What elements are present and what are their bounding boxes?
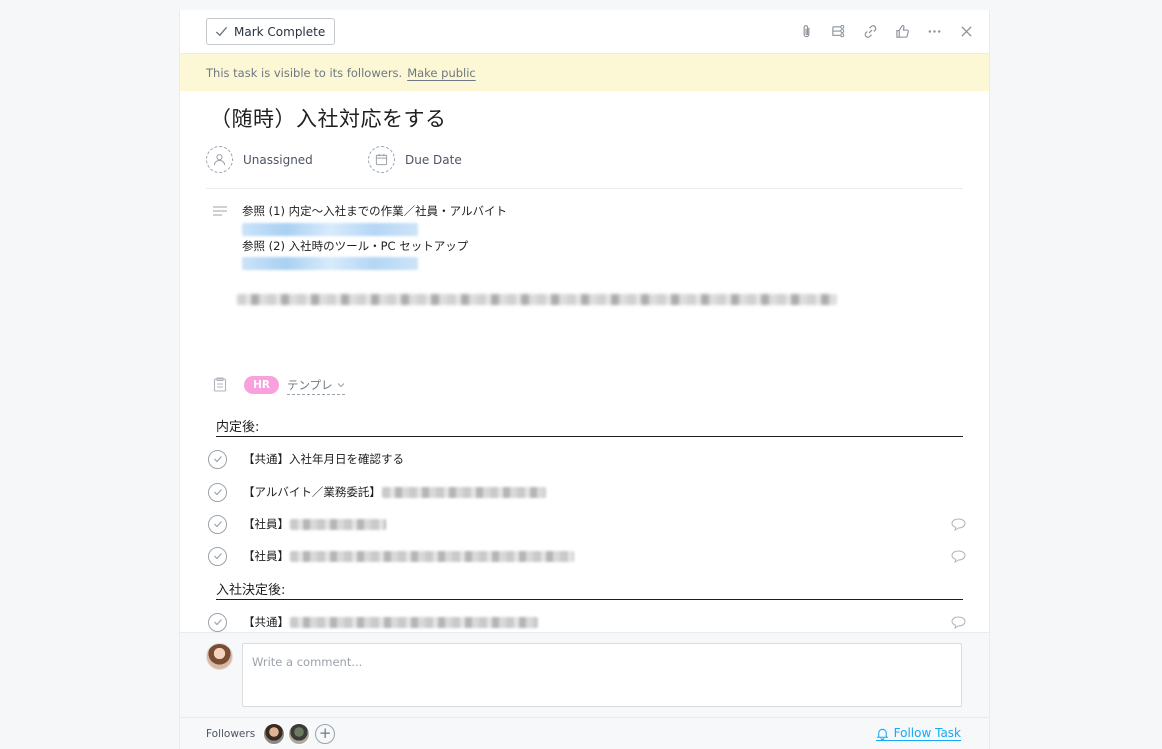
task-title[interactable]: （随時）入社対応をする <box>210 103 447 133</box>
chevron-down-icon <box>337 383 345 388</box>
redacted-text <box>290 518 386 530</box>
redacted-link[interactable] <box>242 222 418 236</box>
due-date-label: Due Date <box>405 152 462 167</box>
subtask-label: 【アルバイト／業務委託】 <box>243 485 381 499</box>
section-header[interactable]: 内定後: <box>216 416 963 437</box>
subtask-checkbox[interactable] <box>208 546 227 566</box>
description-icon <box>213 206 227 216</box>
mark-complete-label: Mark Complete <box>234 24 326 39</box>
comment-composer: Write a comment... <box>180 632 989 717</box>
divider <box>206 188 963 189</box>
task-detail-pane: Mark Complete This task is visible to it… <box>179 10 990 749</box>
subtask-row[interactable]: 【社員】 <box>208 544 976 568</box>
followers-label: Followers <box>206 727 256 740</box>
subtask-checkbox[interactable] <box>208 482 227 502</box>
like-icon[interactable] <box>892 21 913 42</box>
subtask-label: 【共通】入社年月日を確認する <box>243 452 404 466</box>
due-date-field[interactable]: Due Date <box>368 146 462 173</box>
link-icon[interactable] <box>860 21 881 42</box>
project-label: テンプレ <box>287 378 333 392</box>
comment-icon[interactable] <box>951 549 966 563</box>
check-icon <box>213 489 222 496</box>
bell-icon <box>876 728 889 740</box>
tags-icon <box>213 377 227 392</box>
redacted-text <box>237 294 837 305</box>
subtask-checkbox[interactable] <box>208 514 227 534</box>
add-follower-button[interactable]: + <box>315 723 336 744</box>
followers-bar: Followers + Follow Task <box>180 717 989 749</box>
subtask-row[interactable]: 【共通】 <box>208 610 976 634</box>
visibility-banner: This task is visible to its followers. M… <box>180 54 989 91</box>
tag-hr[interactable]: HR <box>244 376 279 394</box>
due-date-placeholder <box>368 146 395 173</box>
follower-avatar[interactable] <box>288 722 311 745</box>
assignee-label: Unassigned <box>243 152 313 167</box>
check-icon <box>215 26 228 37</box>
check-icon <box>213 521 222 528</box>
project-selector[interactable]: テンプレ <box>287 376 345 395</box>
redacted-link[interactable] <box>242 257 418 270</box>
user-icon <box>213 154 226 166</box>
follow-task-label: Follow Task <box>893 726 961 740</box>
check-icon <box>213 456 222 463</box>
assignee-avatar-placeholder <box>206 146 233 173</box>
task-toolbar: Mark Complete <box>180 10 989 54</box>
section-header[interactable]: 入社決定後: <box>216 579 963 600</box>
visibility-text: This task is visible to its followers. <box>206 65 403 80</box>
comment-input[interactable]: Write a comment... <box>242 643 962 707</box>
check-icon <box>213 619 222 626</box>
make-public-link[interactable]: Make public <box>407 66 476 80</box>
subtask-icon[interactable] <box>828 21 849 42</box>
comment-icon[interactable] <box>951 517 966 531</box>
calendar-icon <box>375 153 388 166</box>
subtask-row[interactable]: 【アルバイト／業務委託】 <box>208 480 976 504</box>
check-icon <box>213 553 222 560</box>
follower-avatar[interactable] <box>263 722 286 745</box>
paperclip-icon[interactable] <box>796 21 817 42</box>
more-icon[interactable] <box>924 21 945 42</box>
follow-task-button[interactable]: Follow Task <box>875 726 961 741</box>
description-line-2: 参照 (2) 入社時のツール・PC セットアップ <box>242 238 469 253</box>
redacted-text <box>290 550 574 562</box>
subtask-label: 【社員】 <box>243 517 289 531</box>
redacted-text <box>290 616 538 628</box>
subtask-label: 【共通】 <box>243 615 289 629</box>
avatar <box>206 643 233 670</box>
redacted-text <box>381 486 546 498</box>
subtask-label: 【社員】 <box>243 549 289 563</box>
close-icon[interactable] <box>956 21 977 42</box>
subtask-checkbox[interactable] <box>208 612 227 632</box>
assignee-field[interactable]: Unassigned <box>206 146 313 173</box>
task-description[interactable]: 参照 (1) 内定〜入社までの作業／社員・アルバイト 参照 (2) 入社時のツー… <box>242 203 507 272</box>
subtask-row[interactable]: 【共通】入社年月日を確認する <box>208 447 976 471</box>
comment-icon[interactable] <box>951 615 966 629</box>
subtask-checkbox[interactable] <box>208 449 227 469</box>
description-line-1: 参照 (1) 内定〜入社までの作業／社員・アルバイト <box>242 204 507 218</box>
subtask-row[interactable]: 【社員】 <box>208 512 976 536</box>
mark-complete-button[interactable]: Mark Complete <box>206 18 336 45</box>
